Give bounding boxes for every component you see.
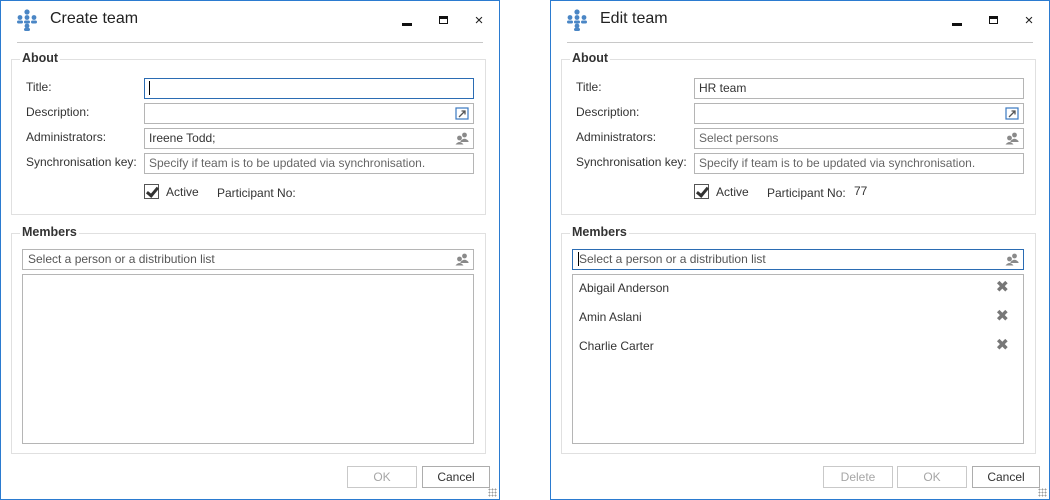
title-divider bbox=[567, 42, 1033, 43]
title-input[interactable]: HR team bbox=[694, 78, 1024, 99]
member-search-input[interactable]: Select a person or a distribution list bbox=[22, 249, 474, 270]
member-item[interactable]: Abigail Anderson ✖ bbox=[579, 278, 1011, 298]
close-button[interactable]: × bbox=[1017, 9, 1041, 31]
sync-key-label: Synchronisation key: bbox=[576, 155, 687, 169]
close-button[interactable]: × bbox=[467, 9, 491, 31]
resize-grip[interactable] bbox=[1038, 488, 1047, 497]
remove-member-icon[interactable]: ✖ bbox=[996, 278, 1009, 298]
maximize-button[interactable] bbox=[431, 9, 455, 31]
active-label: Active bbox=[166, 185, 199, 199]
cancel-button[interactable]: Cancel bbox=[422, 466, 490, 488]
description-label: Description: bbox=[576, 105, 640, 119]
minimize-button[interactable] bbox=[945, 9, 969, 31]
close-icon: × bbox=[1024, 11, 1034, 29]
about-group: About Title: HR team Description: Admini… bbox=[561, 51, 1036, 215]
remove-member-icon[interactable]: ✖ bbox=[996, 336, 1009, 356]
maximize-button[interactable] bbox=[981, 9, 1005, 31]
active-label: Active bbox=[716, 185, 749, 199]
members-group: Members Select a person or a distributio… bbox=[561, 225, 1036, 454]
sync-key-input[interactable]: Specify if team is to be updated via syn… bbox=[144, 153, 474, 174]
title-label: Title: bbox=[576, 80, 602, 94]
title-input[interactable] bbox=[144, 78, 474, 99]
about-legend: About bbox=[20, 51, 61, 65]
members-group: Members Select a person or a distributio… bbox=[11, 225, 486, 454]
active-checkbox[interactable] bbox=[694, 184, 709, 199]
members-legend: Members bbox=[20, 225, 79, 239]
remove-member-icon[interactable]: ✖ bbox=[996, 307, 1009, 327]
expand-icon[interactable] bbox=[455, 107, 469, 120]
ok-button[interactable]: OK bbox=[897, 466, 967, 488]
active-checkbox[interactable] bbox=[144, 184, 159, 199]
minimize-icon bbox=[952, 22, 962, 26]
create-team-dialog: Create team × About Title: Description: … bbox=[0, 0, 500, 500]
description-label: Description: bbox=[26, 105, 90, 119]
select-persons-icon[interactable] bbox=[1005, 253, 1019, 266]
description-input[interactable] bbox=[694, 103, 1024, 124]
member-search-input[interactable]: Select a person or a distribution list bbox=[572, 249, 1024, 270]
member-name: Charlie Carter bbox=[579, 339, 654, 353]
expand-icon[interactable] bbox=[1005, 107, 1019, 120]
sync-key-input[interactable]: Specify if team is to be updated via syn… bbox=[694, 153, 1024, 174]
administrators-input[interactable]: Select persons bbox=[694, 128, 1024, 149]
minimize-button[interactable] bbox=[395, 9, 419, 31]
cancel-button[interactable]: Cancel bbox=[972, 466, 1040, 488]
member-item[interactable]: Charlie Carter ✖ bbox=[579, 336, 1011, 356]
administrators-label: Administrators: bbox=[576, 130, 657, 144]
title-bar[interactable]: Create team × bbox=[1, 1, 499, 41]
close-icon: × bbox=[474, 11, 484, 29]
member-name: Amin Aslani bbox=[579, 310, 642, 324]
administrators-label: Administrators: bbox=[26, 130, 107, 144]
member-list[interactable] bbox=[22, 274, 474, 444]
window-title: Edit team bbox=[600, 10, 668, 27]
member-list[interactable]: Abigail Anderson ✖ Amin Aslani ✖ Charlie… bbox=[572, 274, 1024, 444]
participant-no-label: Participant No: bbox=[217, 186, 296, 200]
delete-button[interactable]: Delete bbox=[823, 466, 893, 488]
team-icon bbox=[567, 9, 587, 31]
select-persons-icon[interactable] bbox=[455, 132, 469, 145]
select-persons-icon[interactable] bbox=[455, 253, 469, 266]
title-bar[interactable]: Edit team × bbox=[551, 1, 1049, 41]
title-divider bbox=[17, 42, 483, 43]
maximize-icon bbox=[438, 16, 448, 24]
text-caret bbox=[149, 80, 150, 95]
participant-no-value: 77 bbox=[854, 184, 868, 198]
minimize-icon bbox=[402, 22, 412, 26]
member-name: Abigail Anderson bbox=[579, 281, 670, 295]
participant-no-label: Participant No: bbox=[767, 186, 846, 200]
maximize-icon bbox=[988, 16, 998, 24]
description-input[interactable] bbox=[144, 103, 474, 124]
resize-grip[interactable] bbox=[488, 488, 497, 497]
ok-button[interactable]: OK bbox=[347, 466, 417, 488]
administrators-input[interactable]: Ireene Todd; bbox=[144, 128, 474, 149]
members-legend: Members bbox=[570, 225, 629, 239]
select-persons-icon[interactable] bbox=[1005, 132, 1019, 145]
sync-key-label: Synchronisation key: bbox=[26, 155, 137, 169]
about-legend: About bbox=[570, 51, 611, 65]
team-icon bbox=[17, 9, 37, 31]
title-label: Title: bbox=[26, 80, 52, 94]
window-title: Create team bbox=[50, 10, 139, 27]
edit-team-dialog: Edit team × About Title: HR team Descrip… bbox=[550, 0, 1050, 500]
about-group: About Title: Description: Administrators… bbox=[11, 51, 486, 215]
member-item[interactable]: Amin Aslani ✖ bbox=[579, 307, 1011, 327]
